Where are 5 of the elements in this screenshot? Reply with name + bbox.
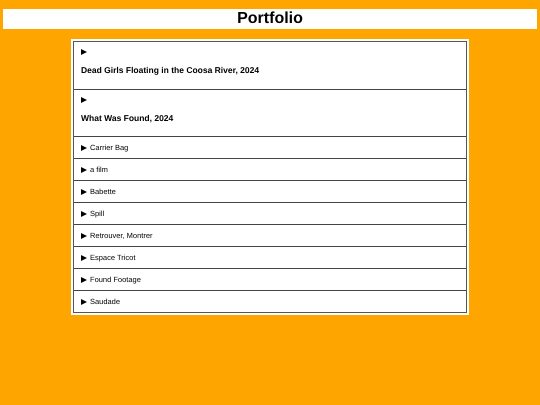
page-title: Portfolio (237, 11, 303, 27)
project-heading: What Was Found, 2024 (81, 114, 174, 122)
project-summary[interactable]: What Was Found, 2024 (74, 89, 466, 136)
project-summary[interactable]: Dead Girls Floating in the Coosa River, 2024 (74, 42, 466, 89)
project-heading: Dead Girls Floating in the Coosa River, 2024 (81, 66, 260, 74)
